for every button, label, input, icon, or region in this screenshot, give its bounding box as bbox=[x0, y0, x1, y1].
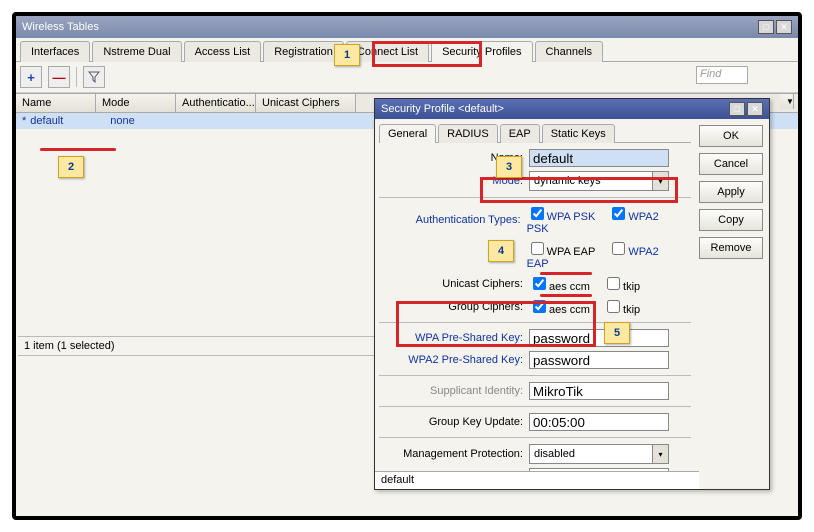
status-bar: 1 item (1 selected) bbox=[18, 336, 374, 356]
parent-titlebar: Wireless Tables □ ✕ bbox=[16, 16, 798, 38]
parent-toolbar: + — bbox=[16, 62, 798, 93]
wpa-psk-input[interactable] bbox=[529, 329, 669, 347]
chk-wpa2-psk[interactable] bbox=[612, 207, 625, 220]
callout-4: 4 bbox=[488, 240, 514, 262]
cancel-button[interactable]: Cancel bbox=[699, 153, 763, 175]
add-button[interactable]: + bbox=[20, 66, 42, 88]
label-mprot: Management Protection: bbox=[379, 448, 529, 460]
parent-window: Wireless Tables □ ✕ Interfaces Nstreme D… bbox=[12, 12, 802, 520]
close-icon[interactable]: ✕ bbox=[776, 20, 792, 34]
ok-button[interactable]: OK bbox=[699, 125, 763, 147]
parent-window-controls: □ ✕ bbox=[758, 20, 792, 34]
wpa2-psk-input[interactable] bbox=[529, 351, 669, 369]
lbl-grp-tkip: tkip bbox=[623, 304, 640, 316]
label-auth-types: Authentication Types: bbox=[379, 214, 527, 226]
label-supplicant: Supplicant Identity: bbox=[379, 385, 529, 397]
label-group: Group Ciphers: bbox=[379, 301, 529, 313]
lbl-wpa-psk: WPA PSK bbox=[547, 211, 596, 223]
mode-select[interactable]: dynamic keys ▾ bbox=[529, 171, 669, 191]
dialog-window-controls: □ ✕ bbox=[729, 102, 763, 116]
tab-interfaces[interactable]: Interfaces bbox=[20, 41, 90, 62]
dialog-titlebar: Security Profile <default> □ ✕ bbox=[375, 99, 769, 119]
row-marker: * bbox=[22, 115, 26, 127]
lbl-uni-aes: aes ccm bbox=[549, 281, 590, 293]
dialog-maximize-icon[interactable]: □ bbox=[729, 102, 745, 116]
filter-button[interactable] bbox=[83, 66, 105, 88]
callout-5: 5 bbox=[604, 322, 630, 344]
callout-2: 2 bbox=[58, 156, 84, 178]
mode-value: dynamic keys bbox=[530, 174, 652, 188]
chk-wpa-psk[interactable] bbox=[531, 207, 544, 220]
dialog-tabs: General RADIUS EAP Static Keys bbox=[379, 123, 691, 143]
chk-grp-aes[interactable] bbox=[533, 300, 546, 313]
chk-grp-tkip[interactable] bbox=[607, 300, 620, 313]
lbl-wpa-eap: WPA EAP bbox=[547, 246, 596, 258]
callout-3: 3 bbox=[496, 156, 522, 178]
label-unicast: Unicast Ciphers: bbox=[379, 278, 529, 290]
label-wpa2-psk: WPA2 Pre-Shared Key: bbox=[379, 354, 529, 366]
row-mode: none bbox=[110, 115, 190, 127]
lbl-uni-tkip: tkip bbox=[623, 281, 640, 293]
parent-tabs: Interfaces Nstreme Dual Access List Regi… bbox=[16, 38, 798, 62]
chk-uni-aes[interactable] bbox=[533, 277, 546, 290]
row-name: default bbox=[30, 115, 110, 127]
chk-wpa-eap[interactable] bbox=[531, 242, 544, 255]
dialog-buttons: OK Cancel Apply Copy Remove bbox=[699, 119, 769, 489]
col-name[interactable]: Name bbox=[16, 94, 96, 112]
chk-uni-tkip[interactable] bbox=[607, 277, 620, 290]
annotation-underline-row bbox=[40, 148, 116, 151]
annotation-underline-uni bbox=[540, 272, 592, 275]
remove-button[interactable]: — bbox=[48, 66, 70, 88]
supplicant-input[interactable] bbox=[529, 382, 669, 400]
dialog-tab-general[interactable]: General bbox=[379, 124, 436, 143]
callout-1: 1 bbox=[334, 44, 360, 66]
label-gku: Group Key Update: bbox=[379, 416, 529, 428]
tab-access-list[interactable]: Access List bbox=[184, 41, 262, 62]
chk-wpa2-eap[interactable] bbox=[612, 242, 625, 255]
copy-button[interactable]: Copy bbox=[699, 209, 763, 231]
apply-button[interactable]: Apply bbox=[699, 181, 763, 203]
tab-nstreme[interactable]: Nstreme Dual bbox=[92, 41, 181, 62]
remove-button[interactable]: Remove bbox=[699, 237, 763, 259]
lbl-grp-aes: aes ccm bbox=[549, 304, 590, 316]
mprot-value: disabled bbox=[530, 447, 652, 461]
col-unicast[interactable]: Unicast Ciphers bbox=[256, 94, 356, 112]
funnel-icon bbox=[88, 71, 100, 83]
tab-security-profiles[interactable]: Security Profiles bbox=[431, 41, 532, 62]
col-mode[interactable]: Mode bbox=[96, 94, 176, 112]
tab-channels[interactable]: Channels bbox=[535, 41, 603, 62]
annotation-underline-grp bbox=[540, 294, 592, 297]
dialog-title: Security Profile <default> bbox=[381, 103, 504, 115]
parent-title: Wireless Tables bbox=[22, 21, 99, 33]
gku-input[interactable] bbox=[529, 413, 669, 431]
dialog-tab-eap[interactable]: EAP bbox=[500, 124, 540, 143]
dialog-close-icon[interactable]: ✕ bbox=[747, 102, 763, 116]
name-input[interactable] bbox=[529, 149, 669, 167]
find-input[interactable]: Find bbox=[696, 66, 748, 84]
label-wpa-psk: WPA Pre-Shared Key: bbox=[379, 332, 529, 344]
dialog-footer: default bbox=[375, 471, 699, 489]
mprot-select[interactable]: disabled ▾ bbox=[529, 444, 669, 464]
col-auth[interactable]: Authenticatio... bbox=[176, 94, 256, 112]
maximize-icon[interactable]: □ bbox=[758, 20, 774, 34]
chevron-down-icon[interactable]: ▾ bbox=[652, 172, 668, 190]
tab-registration[interactable]: Registration bbox=[263, 41, 344, 62]
col-overflow[interactable]: ▼ bbox=[780, 94, 794, 109]
dialog-tab-static-keys[interactable]: Static Keys bbox=[542, 124, 615, 143]
chevron-down-icon[interactable]: ▾ bbox=[652, 445, 668, 463]
dialog-tab-radius[interactable]: RADIUS bbox=[438, 124, 498, 143]
